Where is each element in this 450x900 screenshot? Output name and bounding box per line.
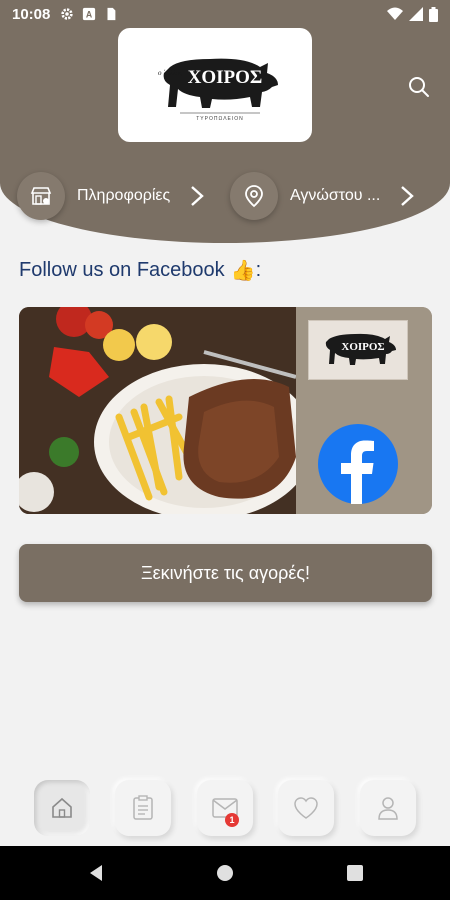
- status-time: 10:08: [12, 5, 51, 23]
- facebook-side-panel: ΧΟΙΡΟΣ: [296, 307, 432, 514]
- nav-home-button[interactable]: [34, 780, 90, 836]
- chevron-right-icon: [191, 186, 205, 206]
- svg-text:A: A: [86, 10, 93, 20]
- status-bar: 10:08 A: [0, 0, 450, 28]
- recents-icon[interactable]: [345, 863, 365, 883]
- search-button[interactable]: [402, 70, 436, 104]
- header: ΧΟΙΡΟΣ ο ΄Αλλος ΤΥΡΟΠΩΛΕΙΟΝ Πληροφορίες …: [0, 28, 450, 243]
- info-pill-label: Πληροφορίες: [77, 187, 171, 204]
- facebook-heading-text: Follow us on Facebook: [19, 259, 225, 281]
- facebook-heading-suffix: :: [255, 259, 262, 281]
- search-icon: [409, 77, 429, 97]
- info-pill[interactable]: Πληροφορίες: [17, 170, 205, 222]
- facebook-heading: Follow us on Facebook 👍 :: [19, 258, 261, 283]
- chevron-right-icon: [401, 186, 415, 206]
- nav-favorites-button[interactable]: [278, 780, 334, 836]
- thumbs-up-icon: 👍: [230, 260, 256, 282]
- pig-logo-icon: ΧΟΙΡΟΣ: [325, 333, 396, 365]
- logo-prefix-text: ο ΄Αλλος: [158, 69, 182, 77]
- user-icon: [378, 797, 398, 820]
- start-shopping-button[interactable]: Ξεκινήστε τις αγορές!: [19, 544, 432, 602]
- a-icon: A: [83, 7, 96, 21]
- nav-orders-button[interactable]: [115, 780, 171, 836]
- messages-badge: 1: [225, 813, 239, 827]
- bottom-nav: 1: [0, 770, 450, 846]
- back-icon[interactable]: [86, 863, 106, 883]
- wifi-icon: [387, 7, 403, 20]
- gear-icon: [61, 8, 74, 20]
- home-circle-icon[interactable]: [215, 863, 235, 883]
- mini-logo-brand-text: ΧΟΙΡΟΣ: [341, 341, 384, 353]
- location-pin-icon: [245, 185, 263, 208]
- logo-brand-text: ΧΟΙΡΟΣ: [188, 67, 263, 88]
- location-pill-icon-circle: [230, 172, 278, 220]
- nav-messages-button[interactable]: 1: [197, 780, 253, 836]
- location-pill[interactable]: Αγνώστου ...: [230, 170, 415, 222]
- mini-logo: ΧΟΙΡΟΣ: [308, 320, 408, 380]
- signal-icon: [409, 7, 423, 21]
- sd-card-icon: [107, 7, 116, 21]
- logo-subtitle-text: ΤΥΡΟΠΩΛΕΙΟΝ: [196, 116, 244, 122]
- food-photo: [19, 307, 296, 514]
- pig-logo-icon: ΧΟΙΡΟΣ ο ΄Αλλος ΤΥΡΟΠΩΛΕΙΟΝ: [158, 58, 278, 122]
- info-pill-icon-circle: [17, 172, 65, 220]
- home-icon: [52, 797, 72, 818]
- nav-profile-button[interactable]: [360, 780, 416, 836]
- location-pill-label: Αγνώστου ...: [290, 187, 381, 204]
- facebook-icon[interactable]: [318, 424, 398, 504]
- battery-icon: [429, 6, 438, 22]
- store-icon: [30, 187, 52, 205]
- heart-icon: [294, 797, 318, 819]
- android-nav-bar: [0, 846, 450, 900]
- facebook-card[interactable]: ΧΟΙΡΟΣ: [19, 307, 432, 514]
- brand-logo: ΧΟΙΡΟΣ ο ΄Αλλος ΤΥΡΟΠΩΛΕΙΟΝ: [118, 28, 312, 142]
- clipboard-icon: [133, 795, 153, 820]
